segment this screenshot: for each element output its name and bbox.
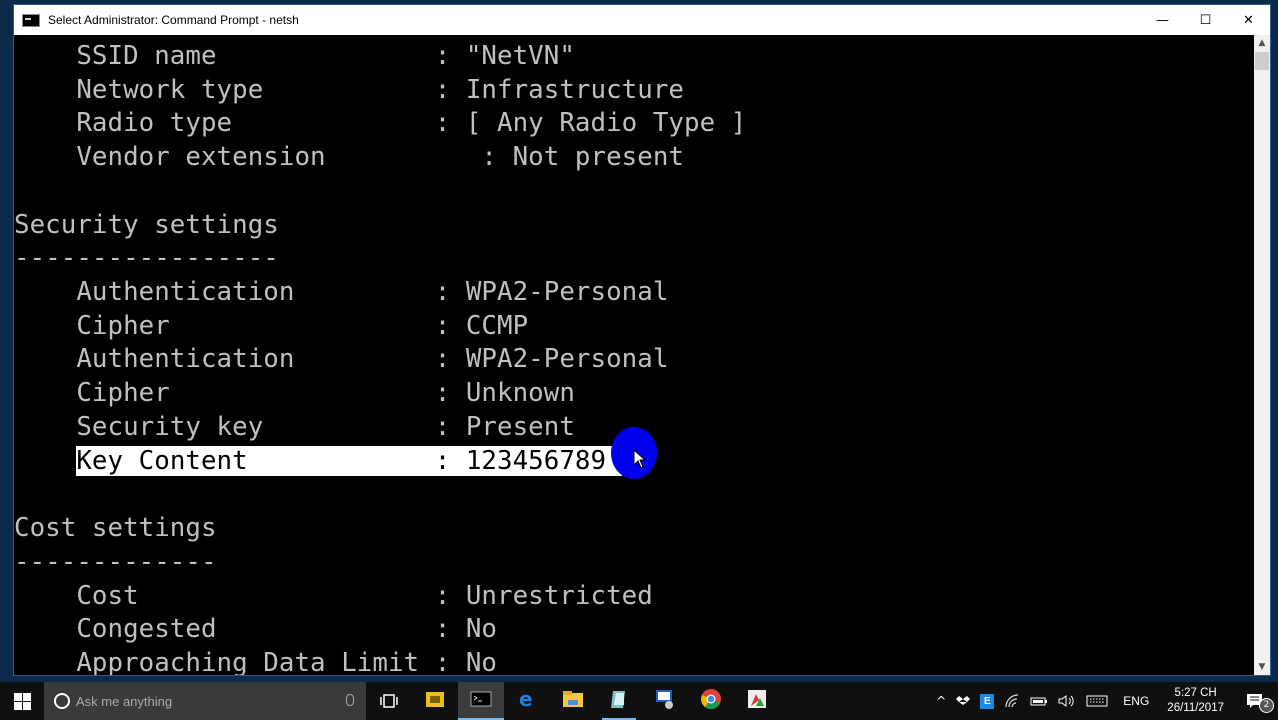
file-manager-icon xyxy=(424,688,446,714)
console-line: Authentication : WPA2-Personal xyxy=(14,277,669,308)
search-placeholder: Ask me anything xyxy=(76,693,173,709)
taskbar-edge-browser-app[interactable]: e xyxy=(504,682,550,720)
console-line: Approaching Data Limit : No xyxy=(14,647,498,675)
taskbar-file-explorer-app[interactable] xyxy=(550,682,596,720)
touch-keyboard-icon[interactable] xyxy=(1081,682,1113,720)
cortana-search-box[interactable]: Ask me anything xyxy=(44,682,366,720)
console-line: ----------------- xyxy=(14,243,279,274)
console-line: Security key : Present xyxy=(14,411,575,442)
console-line: Cipher : CCMP xyxy=(14,310,529,341)
input-language-indicator[interactable]: ENG xyxy=(1113,682,1159,720)
svg-text:e: e xyxy=(519,688,533,710)
mouse-pointer-icon xyxy=(633,449,647,469)
taskbar-remote-desktop-app[interactable] xyxy=(642,682,688,720)
action-center-button[interactable]: 2 xyxy=(1232,682,1278,720)
cmd-icon xyxy=(22,13,40,27)
media-icon xyxy=(746,688,768,714)
console-line: Cipher : Unknown xyxy=(14,378,575,409)
console-line: SSID name : "NetVN" xyxy=(14,41,575,71)
selected-text[interactable]: Key Content : 123456789 xyxy=(76,445,622,476)
maximize-button[interactable]: ☐ xyxy=(1184,5,1227,35)
wifi-icon[interactable] xyxy=(999,682,1025,720)
command-prompt-window: Select Administrator: Command Prompt - n… xyxy=(13,4,1271,676)
taskbar-chrome-app[interactable] xyxy=(688,682,734,720)
console-line: Cost settings xyxy=(14,513,217,544)
scroll-up-arrow-icon[interactable]: ▲ xyxy=(1254,35,1270,51)
clock[interactable]: 5:27 CH 26/11/2017 xyxy=(1159,686,1232,716)
console-line: Radio type : [ Any Radio Type ] xyxy=(14,108,747,139)
scroll-thumb[interactable] xyxy=(1255,52,1269,70)
console-line: Congested : No xyxy=(14,614,498,645)
task-view-icon xyxy=(380,694,398,708)
console-line: Vendor extension : Not present xyxy=(14,142,684,173)
file-explorer-icon xyxy=(562,689,584,713)
edge-browser-icon: e xyxy=(516,687,538,714)
console-line: Authentication : WPA2-Personal xyxy=(14,344,669,375)
task-view-button[interactable] xyxy=(366,682,412,720)
console-line: ------------- xyxy=(14,546,217,577)
microphone-icon[interactable] xyxy=(346,694,354,706)
battery-icon[interactable] xyxy=(1025,682,1053,720)
console-line: Security settings xyxy=(14,209,279,240)
chrome-icon xyxy=(700,688,722,714)
taskbar-media-app[interactable] xyxy=(734,682,780,720)
clock-time: 5:27 CH xyxy=(1174,687,1217,699)
console-output[interactable]: SSID name : "NetVN" Network type : Infra… xyxy=(14,35,1255,675)
dropbox-icon[interactable] xyxy=(951,682,975,720)
notepad-icon xyxy=(608,688,630,714)
system-tray: ^ E ENG 5:27 CH 26/11/2017 2 xyxy=(931,682,1278,720)
minimize-button[interactable]: — xyxy=(1141,5,1184,35)
start-button[interactable] xyxy=(0,682,44,720)
command-prompt-icon xyxy=(470,690,492,712)
taskbar-command-prompt-app[interactable] xyxy=(458,682,504,720)
console-line: Cost : Unrestricted xyxy=(14,580,653,611)
show-hidden-icons-button[interactable]: ^ xyxy=(931,682,951,720)
e-app-icon[interactable]: E xyxy=(975,682,999,720)
volume-icon[interactable] xyxy=(1053,682,1081,720)
taskbar-file-manager-app[interactable] xyxy=(412,682,458,720)
console-line: Network type : Infrastructure xyxy=(14,74,684,105)
console-line-selected: Key Content : 123456789 xyxy=(14,444,622,478)
title-bar[interactable]: Select Administrator: Command Prompt - n… xyxy=(14,5,1270,35)
remote-desktop-icon xyxy=(654,688,676,714)
notification-count-badge: 2 xyxy=(1259,698,1274,713)
clock-date: 26/11/2017 xyxy=(1167,702,1224,714)
window-title: Select Administrator: Command Prompt - n… xyxy=(48,13,299,27)
cortana-icon xyxy=(54,693,70,709)
taskbar-notepad-app[interactable] xyxy=(596,682,642,720)
close-button[interactable]: ✕ xyxy=(1227,5,1270,35)
vertical-scrollbar[interactable]: ▲ ▼ xyxy=(1254,35,1270,675)
scroll-down-arrow-icon[interactable]: ▼ xyxy=(1254,659,1270,675)
taskbar: Ask me anything e ^ E ENG 5:27 CH 26/11/… xyxy=(0,682,1278,720)
windows-logo-icon xyxy=(13,692,31,710)
